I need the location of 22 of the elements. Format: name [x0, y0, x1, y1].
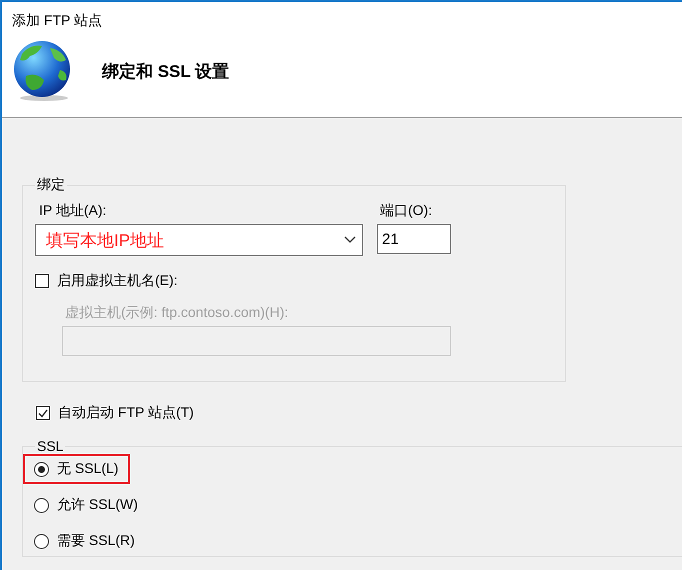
checkbox-label: 启用虚拟主机名(E):	[57, 272, 178, 290]
checkbox[interactable]	[35, 274, 49, 288]
group-label: SSL	[36, 438, 64, 454]
checkbox[interactable]	[36, 406, 50, 420]
radio-button[interactable]	[34, 534, 49, 548]
radio-label: 需要 SSL(R)	[57, 532, 135, 550]
radio-button[interactable]	[34, 498, 49, 512]
field-label: 端口(O):	[380, 202, 434, 220]
checkbox-label: 自动启动 FTP 站点(T)	[58, 404, 194, 422]
group-label: 绑定	[36, 176, 66, 194]
radio-label: 允许 SSL(W)	[57, 496, 138, 514]
page-heading: 绑定和 SSL 设置	[102, 60, 230, 82]
field-label: 虚拟主机(示例: ftp.contoso.com)(H):	[65, 304, 290, 322]
port-field[interactable]: 21	[377, 224, 451, 254]
chevron-down-icon	[344, 236, 356, 244]
radio-label: 无 SSL(L)	[57, 460, 118, 478]
window-title: 添加 FTP 站点	[12, 12, 103, 30]
host-name-field[interactable]	[62, 326, 451, 356]
checkmark-icon	[38, 408, 48, 418]
field-label: IP 地址(A):	[39, 202, 108, 220]
radio-button[interactable]	[34, 462, 49, 476]
ip-address-dropdown[interactable]: 填写本地IP地址	[35, 224, 363, 256]
